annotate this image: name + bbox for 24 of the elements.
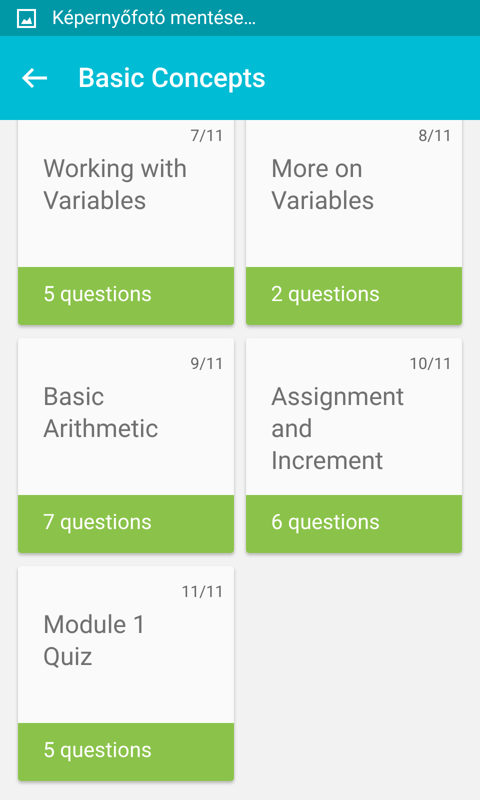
lesson-number: 10/11 (409, 353, 452, 375)
question-count: 5 questions (43, 738, 152, 766)
lesson-card[interactable]: 9/11 Basic Arithmetic 7 questions (18, 338, 234, 553)
lesson-card[interactable]: 10/11 Assignment and Increment 6 questions (246, 338, 462, 553)
lesson-card[interactable]: 7/11 Working with Variables 5 questions (18, 120, 234, 325)
lesson-title: Assignment and Increment (271, 382, 406, 478)
screen-title: Basic Concepts (78, 60, 266, 96)
lesson-title: More on Variables (271, 154, 376, 218)
lesson-title: Working with Variables (43, 154, 188, 218)
lesson-number: 8/11 (418, 125, 452, 147)
lesson-number: 9/11 (190, 353, 224, 375)
lesson-number: 7/11 (190, 125, 224, 147)
question-count: 5 questions (43, 282, 152, 310)
lesson-title: Module 1 Quiz (43, 610, 148, 674)
question-count: 6 questions (271, 510, 380, 538)
notification-text: Képernyőfotó mentése… (52, 4, 256, 31)
back-arrow-icon (22, 67, 48, 89)
question-count: 2 questions (271, 282, 380, 310)
lesson-number: 11/11 (181, 581, 224, 603)
question-count: 7 questions (43, 510, 152, 538)
lesson-title: Basic Arithmetic (43, 382, 160, 446)
lesson-card[interactable]: 8/11 More on Variables 2 questions (246, 120, 462, 325)
image-icon (17, 8, 36, 28)
lesson-card[interactable]: 11/11 Module 1 Quiz 5 questions (18, 566, 234, 781)
